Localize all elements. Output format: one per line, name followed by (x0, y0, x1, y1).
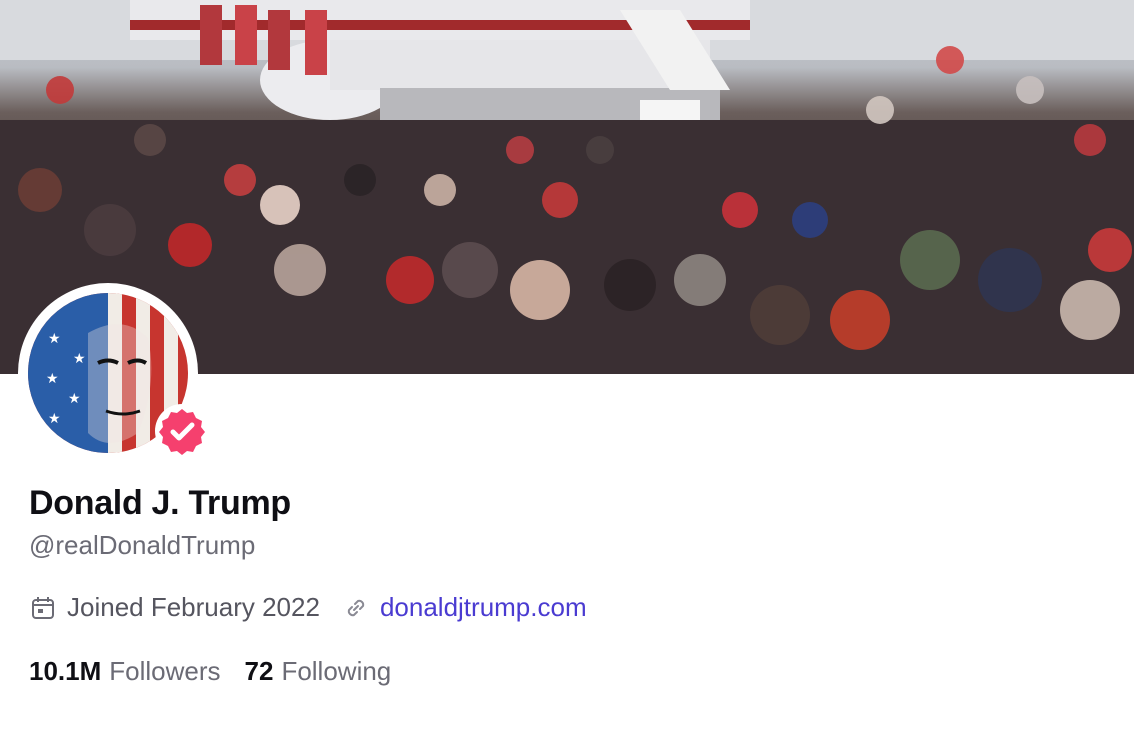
svg-text:★: ★ (73, 351, 86, 367)
following-count: 72 (244, 656, 274, 686)
following-label: Following (281, 656, 392, 686)
website: donaldjtrump.com (342, 592, 587, 623)
link-icon (342, 594, 370, 622)
username-handle: @realDonaldTrump (29, 530, 256, 560)
svg-text:★: ★ (68, 391, 81, 407)
profile-stats: 10.1M Followers 72 Following (29, 656, 391, 687)
joined-date: Joined February 2022 (29, 592, 320, 623)
followers-count: 10.1M (29, 656, 102, 686)
svg-text:★: ★ (48, 331, 61, 347)
display-name: Donald J. Trump (29, 484, 291, 522)
followers-stat[interactable]: 10.1M Followers (29, 656, 221, 687)
verified-badge-icon (155, 404, 209, 458)
joined-label: Joined February 2022 (67, 592, 320, 622)
website-link[interactable]: donaldjtrump.com (380, 592, 587, 623)
profile-meta: Joined February 2022 donaldjtrump.com (29, 592, 587, 623)
svg-text:★: ★ (46, 371, 59, 387)
svg-text:★: ★ (48, 411, 61, 427)
calendar-icon (29, 594, 57, 622)
followers-label: Followers (109, 656, 221, 686)
following-stat[interactable]: 72 Following (245, 656, 392, 687)
avatar-frame: ★ ★ ★ ★ ★ (18, 283, 209, 463)
